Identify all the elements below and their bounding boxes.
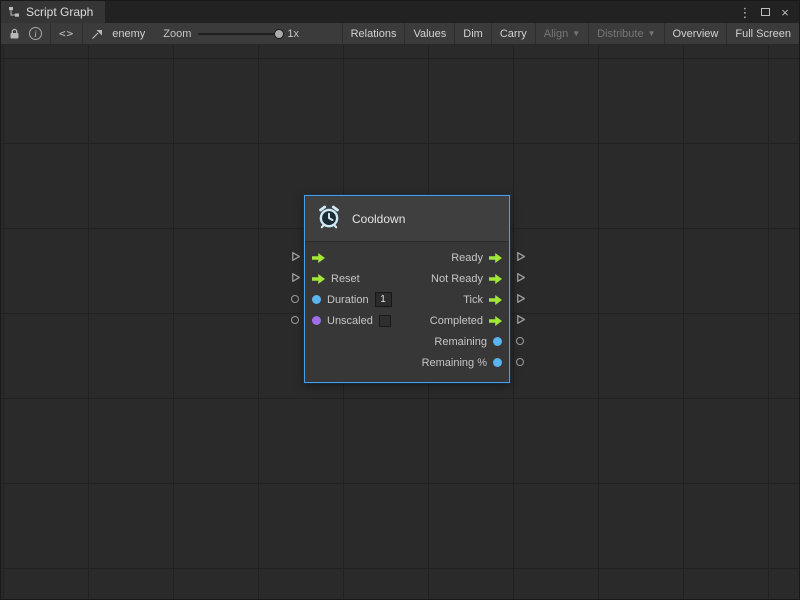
node-header[interactable]: Cooldown (305, 196, 509, 242)
chevron-down-icon: ▼ (648, 29, 656, 38)
value-input-port[interactable] (312, 295, 321, 304)
alarm-clock-icon (316, 204, 342, 233)
node-title: Cooldown (352, 212, 405, 226)
overview-button[interactable]: Overview (664, 23, 727, 44)
port-label: Remaining % (422, 357, 487, 369)
tab-title: Script Graph (26, 5, 93, 19)
boolean-input-port[interactable] (312, 316, 321, 325)
port-label: Unscaled (327, 315, 373, 327)
relations-button[interactable]: Relations (342, 23, 405, 44)
toolbar-code-group: <> (51, 23, 83, 44)
flow-port-triangle-icon[interactable] (288, 246, 302, 267)
full-screen-button[interactable]: Full Screen (726, 23, 799, 44)
port-label: Reset (331, 273, 360, 285)
toolbar-buttons: Relations Values Dim Carry Align▼ Distri… (342, 23, 799, 44)
script-graph-window: Script Graph ⋮ × i <> (0, 0, 800, 600)
flow-output-port[interactable] (489, 253, 502, 263)
align-dropdown: Align▼ (535, 23, 588, 44)
window-titlebar: Script Graph ⋮ × (1, 1, 799, 23)
window-controls: ⋮ × (737, 1, 799, 23)
flow-output-port[interactable] (489, 316, 502, 326)
zoom-label: Zoom (163, 28, 191, 40)
port-label: Completed (430, 315, 483, 327)
dim-button[interactable]: Dim (454, 23, 491, 44)
zoom-slider[interactable] (198, 33, 280, 35)
distribute-dropdown: Distribute▼ (588, 23, 663, 44)
duration-field[interactable] (375, 292, 392, 307)
script-graph-icon (8, 6, 20, 18)
flow-input-port[interactable] (312, 274, 325, 284)
value-port-circle-icon[interactable] (513, 330, 527, 351)
pointer-icon (91, 28, 103, 40)
flow-output-port[interactable] (489, 274, 502, 284)
info-icon[interactable]: i (29, 27, 42, 40)
unscaled-checkbox[interactable] (379, 315, 391, 327)
code-icon[interactable]: <> (59, 27, 74, 40)
flow-port-triangle-icon[interactable] (513, 267, 527, 288)
flow-port-triangle-icon[interactable] (513, 246, 527, 267)
chevron-down-icon: ▼ (572, 29, 580, 38)
maximize-icon[interactable] (757, 4, 773, 20)
port-row: Reset Not Ready (312, 268, 502, 289)
zoom-value: 1x (287, 28, 299, 40)
maximize-glyph (761, 8, 770, 16)
values-button[interactable]: Values (404, 23, 454, 44)
port-row: Remaining (312, 331, 502, 352)
external-output-ports (513, 195, 527, 372)
external-input-ports (288, 195, 302, 330)
value-output-port[interactable] (493, 337, 502, 346)
value-port-circle-icon[interactable] (288, 309, 302, 330)
flow-output-port[interactable] (489, 295, 502, 305)
menu-icon[interactable]: ⋮ (737, 4, 753, 20)
close-icon[interactable]: × (777, 4, 793, 20)
flow-port-triangle-icon[interactable] (288, 267, 302, 288)
graph-name: enemy (112, 28, 145, 40)
port-label: Ready (451, 252, 483, 264)
graph-breadcrumb: enemy (83, 23, 153, 44)
graph-toolbar: i <> enemy Zoom 1x Relations Values Dim (1, 23, 799, 45)
carry-button[interactable]: Carry (491, 23, 535, 44)
port-label: Duration (327, 294, 369, 306)
flow-port-triangle-icon[interactable] (513, 288, 527, 309)
port-row: Remaining % (312, 352, 502, 373)
port-label: Tick (463, 294, 483, 306)
node-body: Ready Reset (305, 242, 509, 382)
port-row: Unscaled Completed (312, 310, 502, 331)
value-output-port[interactable] (493, 358, 502, 367)
port-row: Duration Tick (312, 289, 502, 310)
lock-icon[interactable] (9, 28, 20, 40)
cooldown-node-group: Cooldown Ready (288, 195, 527, 383)
graph-canvas[interactable]: Cooldown Ready (1, 45, 799, 599)
zoom-control: Zoom 1x (153, 23, 309, 44)
value-port-circle-icon[interactable] (513, 351, 527, 372)
flow-input-port[interactable] (312, 253, 325, 263)
zoom-slider-handle[interactable] (274, 29, 284, 39)
port-label: Remaining (434, 336, 487, 348)
port-label: Not Ready (431, 273, 483, 285)
port-row: Ready (312, 247, 502, 268)
value-port-circle-icon[interactable] (288, 288, 302, 309)
tab-script-graph[interactable]: Script Graph (1, 1, 105, 23)
toolbar-left-group: i (1, 23, 51, 44)
flow-port-triangle-icon[interactable] (513, 309, 527, 330)
cooldown-node[interactable]: Cooldown Ready (304, 195, 510, 383)
